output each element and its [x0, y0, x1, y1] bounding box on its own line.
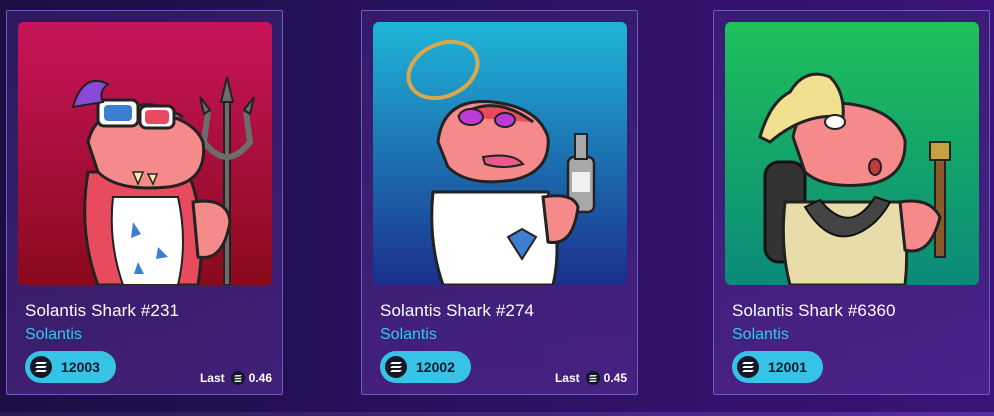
solana-icon: [737, 356, 759, 378]
last-sale-label: Last: [554, 371, 580, 385]
nft-image[interactable]: [725, 22, 979, 285]
solana-icon: [230, 371, 245, 385]
nft-card[interactable]: Solantis Shark #231 Solantis 12003 Last …: [6, 10, 283, 395]
solana-icon: [30, 356, 52, 378]
solana-icon: [385, 356, 407, 378]
last-sale-value: 0.46: [248, 371, 272, 385]
collection-link[interactable]: Solantis: [380, 326, 437, 344]
price-value: 12002: [416, 359, 455, 375]
price-value: 12003: [61, 359, 100, 375]
last-sale: Last 0.45: [555, 371, 627, 385]
nft-name[interactable]: Solantis Shark #231: [25, 301, 179, 321]
nft-image[interactable]: [18, 22, 272, 285]
solana-icon: [585, 371, 600, 385]
nft-card[interactable]: Solantis Shark #274 Solantis 12002 Last …: [361, 10, 638, 395]
last-sale-value: 0.45: [603, 371, 627, 385]
shark-explorer-torch-icon: [725, 22, 979, 285]
shark-devil-trident-icon: [18, 22, 272, 285]
buy-price-button[interactable]: 12003: [25, 351, 116, 383]
nft-name[interactable]: Solantis Shark #274: [380, 301, 534, 321]
collection-link[interactable]: Solantis: [732, 326, 789, 344]
nft-name[interactable]: Solantis Shark #6360: [732, 301, 896, 321]
price-value: 12001: [768, 359, 807, 375]
collection-link[interactable]: Solantis: [25, 326, 82, 344]
buy-price-button[interactable]: 12001: [732, 351, 823, 383]
last-sale: Last 0.46: [200, 371, 272, 385]
last-sale-label: Last: [199, 371, 225, 385]
nft-image[interactable]: [373, 22, 627, 285]
divider: [0, 412, 994, 416]
buy-price-button[interactable]: 12002: [380, 351, 471, 383]
nft-card[interactable]: Solantis Shark #6360 Solantis 12001: [713, 10, 990, 395]
shark-angel-bottle-icon: [373, 22, 627, 285]
